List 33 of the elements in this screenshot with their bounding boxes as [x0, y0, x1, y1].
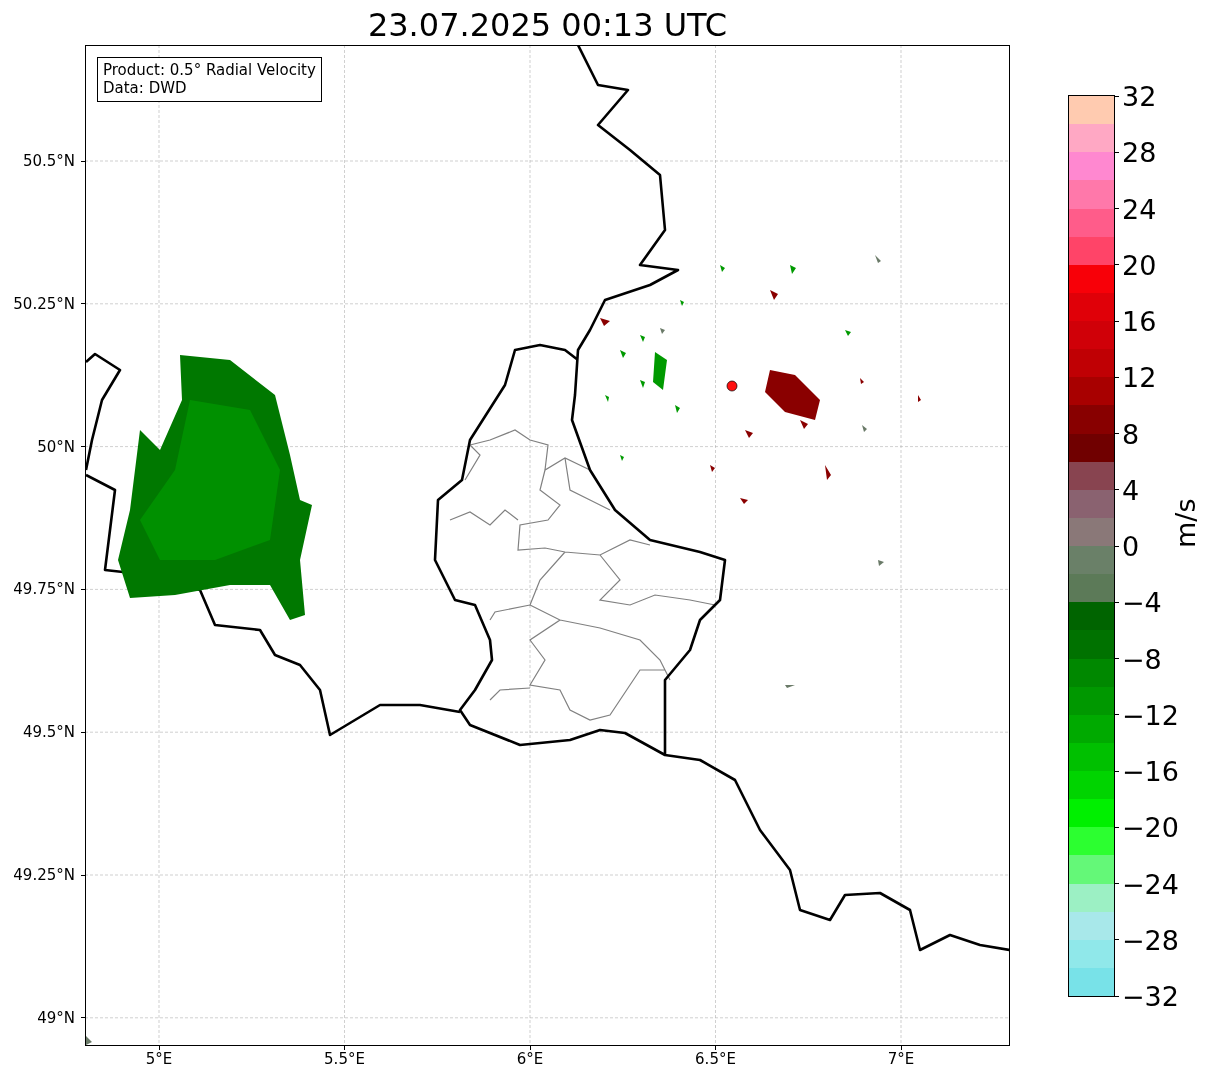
colorbar-tick-label: −32	[1122, 982, 1179, 1010]
longitude-label: 7°E	[887, 1052, 915, 1067]
longitude-label: 5.5°E	[324, 1052, 365, 1067]
longitude-label: 6°E	[516, 1052, 544, 1067]
colorbar-tick-label: 4	[1122, 476, 1140, 504]
colorbar-tick-label: −24	[1122, 870, 1179, 897]
chart-title: 23.07.2025 00:13 UTC	[366, 9, 729, 41]
colorbar-tick-label: −28	[1122, 926, 1179, 954]
colorbar-unit-label: m/s	[1171, 498, 1199, 548]
colorbar-tick-label: 8	[1122, 420, 1140, 447]
latitude-label: 49.5°N	[22, 724, 75, 740]
colorbar-tick-label: 24	[1122, 195, 1157, 222]
latitude-label: 50.25°N	[13, 296, 75, 312]
colorbar-tick-label: −8	[1122, 645, 1162, 672]
colorbar-tick-label: −4	[1122, 588, 1162, 616]
colorbar-tick-label: 28	[1122, 138, 1157, 166]
colorbar-tick-label: 0	[1122, 532, 1140, 560]
colorbar-tick-label: 16	[1122, 307, 1157, 335]
colorbar-tick-label: −12	[1122, 701, 1179, 729]
info-text: Product: 0.5° Radial Velocity	[103, 62, 316, 79]
colorbar-tick-label: 12	[1122, 363, 1157, 391]
latitude-label: 49.25°N	[13, 867, 75, 883]
latitude-label: 49°N	[37, 1010, 75, 1026]
colorbar-tick-label: −16	[1122, 757, 1179, 785]
latitude-label: 50.5°N	[22, 153, 75, 169]
latitude-label: 50°N	[37, 439, 75, 455]
colorbar-tick-label: −20	[1122, 813, 1179, 841]
colorbar-tick-label: 20	[1122, 251, 1157, 279]
latitude-label: 49.75°N	[13, 581, 75, 597]
colorbar-tick-label: 32	[1122, 82, 1157, 110]
info-text: Data: DWD	[103, 80, 188, 97]
longitude-label: 6.5°E	[695, 1052, 736, 1067]
longitude-label: 5°E	[145, 1052, 173, 1067]
